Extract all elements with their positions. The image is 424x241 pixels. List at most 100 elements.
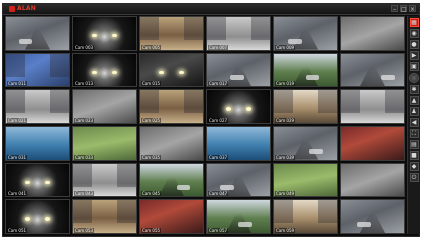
camera-label: Cam 023 xyxy=(74,118,95,123)
camera-tile[interactable]: Cam 005 xyxy=(139,16,204,51)
camera-tile[interactable]: Cam 045 xyxy=(139,162,204,198)
camera-tile[interactable]: Cam 037 xyxy=(206,126,271,161)
camera-tile[interactable]: Cam 023 xyxy=(72,89,137,124)
vehicle-shape xyxy=(380,75,395,81)
camera-label: Cam 051 xyxy=(7,228,28,233)
vehicle-shape xyxy=(230,75,245,81)
building-shape xyxy=(140,90,159,114)
snapshot-icon[interactable]: ▣ xyxy=(409,62,419,71)
minimize-button[interactable]: – xyxy=(391,5,398,13)
camera-tile[interactable]: Cam 019 xyxy=(273,52,338,88)
camera-tile[interactable]: Cam 049 xyxy=(273,162,338,198)
camera-tile[interactable]: Cam 057 xyxy=(206,199,271,234)
headlight-glow xyxy=(45,180,51,184)
control-sidebar: ▦ ◉ ● ▶ ▣ ✱ ▲ ♟ ◀ ⛶ ▤ ■ ◆ ⏻ xyxy=(407,16,420,234)
camera-tile[interactable]: Cam 027 xyxy=(206,89,271,124)
vehicle-shape xyxy=(18,38,33,44)
camera-tile[interactable] xyxy=(340,162,405,198)
camera-tile[interactable] xyxy=(340,16,405,51)
camera-tile[interactable]: Cam 009 xyxy=(273,16,338,51)
camera-label: Cam 047 xyxy=(208,191,229,197)
building-shape xyxy=(117,163,136,187)
camera-tile[interactable]: Cam 011 xyxy=(5,52,70,88)
camera-feed xyxy=(341,127,404,160)
camera-tile[interactable]: Cam 017 xyxy=(206,52,271,88)
headlight-glow xyxy=(24,217,30,221)
camera-label: Cam 009 xyxy=(275,44,296,50)
headlight-glow xyxy=(112,33,118,38)
grid-icon[interactable]: ▦ xyxy=(409,18,419,27)
camera-label: Cam 003 xyxy=(74,44,95,50)
camera-tile[interactable]: Cam 043 xyxy=(72,162,137,198)
camera-label: Cam 039 xyxy=(275,154,296,160)
camera-tile[interactable]: Cam 013 xyxy=(72,52,137,88)
camera-tile[interactable]: Cam 029 xyxy=(273,89,338,124)
close-button[interactable]: × xyxy=(409,5,416,13)
camera-tile[interactable]: Cam 007 xyxy=(206,16,271,51)
camera-label: Cam 053 xyxy=(74,228,95,233)
lock-icon[interactable]: ■ xyxy=(409,151,419,160)
headlight-glow xyxy=(246,107,252,111)
volume-icon[interactable]: ◀ xyxy=(409,118,419,127)
building-shape xyxy=(6,90,25,114)
camera-tile[interactable] xyxy=(5,16,70,51)
camera-tile[interactable]: Cam 059 xyxy=(273,199,338,234)
power-icon[interactable]: ⏻ xyxy=(409,173,419,182)
headlight-glow xyxy=(24,180,30,184)
settings-icon[interactable]: ✱ xyxy=(409,85,419,94)
building-shape xyxy=(184,17,203,40)
vehicle-shape xyxy=(356,221,371,228)
headlight-glow xyxy=(225,107,231,111)
camera-label: Cam 021 xyxy=(7,118,28,123)
vehicle-shape xyxy=(305,75,320,81)
camera-tile[interactable]: Cam 031 xyxy=(5,126,70,161)
alert-icon[interactable]: ▲ xyxy=(409,96,419,105)
title-bar: ALAN – □ × xyxy=(3,4,419,15)
building-shape xyxy=(50,53,69,77)
building-shape xyxy=(50,90,69,114)
camera-tile[interactable]: Cam 035 xyxy=(139,126,204,161)
camera-tile[interactable]: Cam 053 xyxy=(72,199,137,234)
camera-tile[interactable]: Cam 025 xyxy=(139,89,204,124)
building-shape xyxy=(73,163,92,187)
vehicle-shape xyxy=(309,148,324,154)
camera-tile[interactable]: Cam 021 xyxy=(5,89,70,124)
camera-label: Cam 005 xyxy=(141,44,162,50)
camera-icon[interactable]: ◉ xyxy=(409,29,419,38)
user-icon[interactable]: ♟ xyxy=(409,107,419,116)
building-shape xyxy=(251,17,270,40)
camera-label: Cam 033 xyxy=(74,154,95,160)
ptz-joystick[interactable] xyxy=(409,73,419,83)
camera-label: Cam 015 xyxy=(141,81,162,87)
camera-label: Cam 045 xyxy=(141,191,162,197)
camera-tile[interactable]: Cam 041 xyxy=(5,162,70,198)
maximize-button[interactable]: □ xyxy=(400,5,407,13)
layout-icon[interactable]: ▤ xyxy=(409,140,419,149)
camera-tile[interactable] xyxy=(340,89,405,124)
camera-tile[interactable]: Cam 033 xyxy=(72,126,137,161)
record-icon[interactable]: ● xyxy=(409,40,419,49)
building-shape xyxy=(385,90,404,114)
camera-label: Cam 011 xyxy=(7,81,28,87)
camera-tile[interactable]: Cam 051 xyxy=(5,199,70,234)
camera-tile[interactable] xyxy=(340,52,405,88)
camera-tile[interactable]: Cam 003 xyxy=(72,16,137,51)
playback-icon[interactable]: ▶ xyxy=(409,51,419,60)
headlight-glow xyxy=(91,33,97,38)
headlight-glow xyxy=(179,70,185,74)
camera-tile[interactable] xyxy=(340,126,405,161)
camera-feed xyxy=(341,90,404,123)
camera-feed xyxy=(341,163,404,197)
camera-tile[interactable] xyxy=(340,199,405,234)
camera-tile[interactable]: Cam 015 xyxy=(139,52,204,88)
camera-tile[interactable]: Cam 039 xyxy=(273,126,338,161)
camera-tile[interactable]: Cam 047 xyxy=(206,162,271,198)
camera-label: Cam 043 xyxy=(74,191,95,197)
camera-tile[interactable]: Cam 055 xyxy=(139,199,204,234)
vehicle-shape xyxy=(237,221,252,228)
network-icon[interactable]: ◆ xyxy=(409,162,419,171)
fullscreen-icon[interactable]: ⛶ xyxy=(409,129,419,138)
window-controls: – □ × xyxy=(391,5,416,13)
camera-label: Cam 017 xyxy=(208,81,229,87)
camera-feed xyxy=(341,200,404,233)
